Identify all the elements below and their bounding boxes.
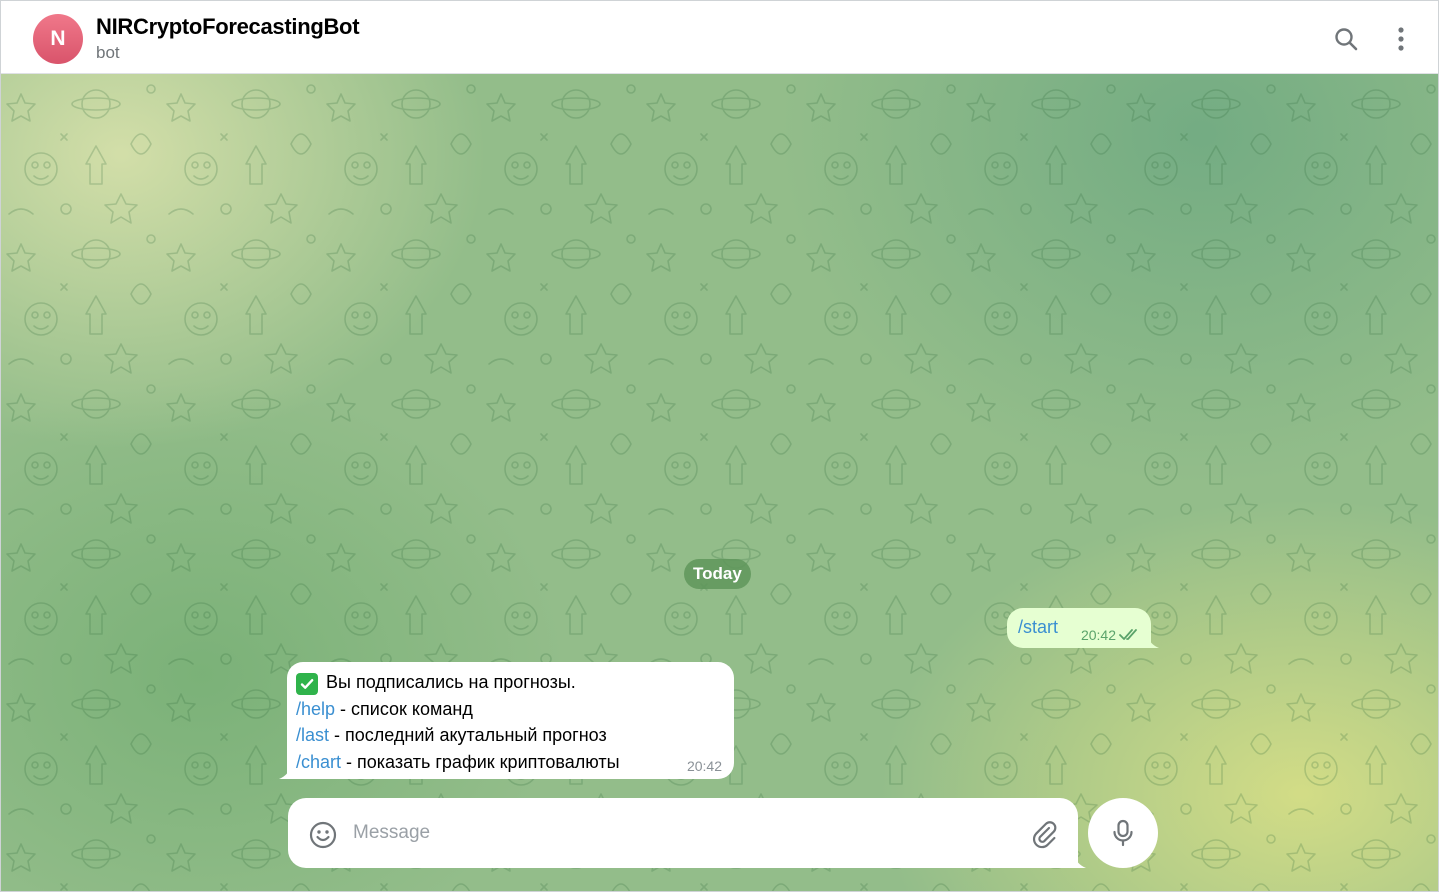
chat-area: Today /start 20:42 Вы подписались на про… xyxy=(1,74,1438,891)
intro-text: Вы подписались на прогнозы. xyxy=(326,672,576,692)
bubble-tail xyxy=(279,765,291,779)
message-line-help: /help - список команд xyxy=(296,696,724,723)
double-check-icon xyxy=(1119,629,1137,640)
message-line-chart: /chart - показать график криптовалюты xyxy=(296,749,724,776)
bot-avatar[interactable]: N xyxy=(33,14,83,64)
microphone-icon xyxy=(1113,819,1133,847)
message-command-start[interactable]: /start xyxy=(1018,617,1058,637)
bubble-tail xyxy=(1147,634,1159,648)
attach-button[interactable] xyxy=(1029,819,1059,849)
paperclip-icon xyxy=(1032,821,1057,849)
check-mark-icon xyxy=(296,673,318,695)
voice-record-button[interactable] xyxy=(1088,798,1158,868)
message-time: 20:42 xyxy=(686,758,722,774)
message-time: 20:42 xyxy=(1080,627,1116,643)
date-separator: Today xyxy=(684,559,751,589)
command-description: - последний акутальный прогноз xyxy=(329,725,607,745)
smile-icon xyxy=(309,821,337,849)
command-link-last[interactable]: /last xyxy=(296,725,329,745)
message-input[interactable] xyxy=(353,814,1013,852)
command-description: - список команд xyxy=(335,698,473,719)
emoji-button[interactable] xyxy=(308,820,338,850)
chat-subtitle: bot xyxy=(96,43,120,62)
message-meta: 20:42 xyxy=(1081,627,1141,643)
search-icon xyxy=(1335,28,1358,51)
message-line-intro: Вы подписались на прогнозы. xyxy=(296,669,724,696)
composer-tail xyxy=(1074,854,1086,868)
message-composer xyxy=(288,798,1086,868)
search-button[interactable] xyxy=(1328,21,1364,57)
more-vertical-icon xyxy=(1398,27,1404,51)
command-link-help[interactable]: /help xyxy=(296,699,335,719)
command-link-chart[interactable]: /chart xyxy=(296,752,341,772)
incoming-message[interactable]: Вы подписались на прогнозы. /help - спис… xyxy=(279,662,734,779)
command-description: - показать график криптовалюты xyxy=(341,751,620,772)
chat-title[interactable]: NIRCryptoForecastingBot xyxy=(96,14,360,40)
more-options-button[interactable] xyxy=(1383,21,1419,57)
outgoing-message[interactable]: /start 20:42 xyxy=(1007,608,1159,648)
message-line-last: /last - последний акутальный прогноз xyxy=(296,722,724,749)
telegram-window: N NIRCryptoForecastingBot bot Today /sta… xyxy=(0,0,1439,892)
avatar-letter: N xyxy=(50,27,66,50)
chat-header: N NIRCryptoForecastingBot bot xyxy=(1,1,1438,74)
